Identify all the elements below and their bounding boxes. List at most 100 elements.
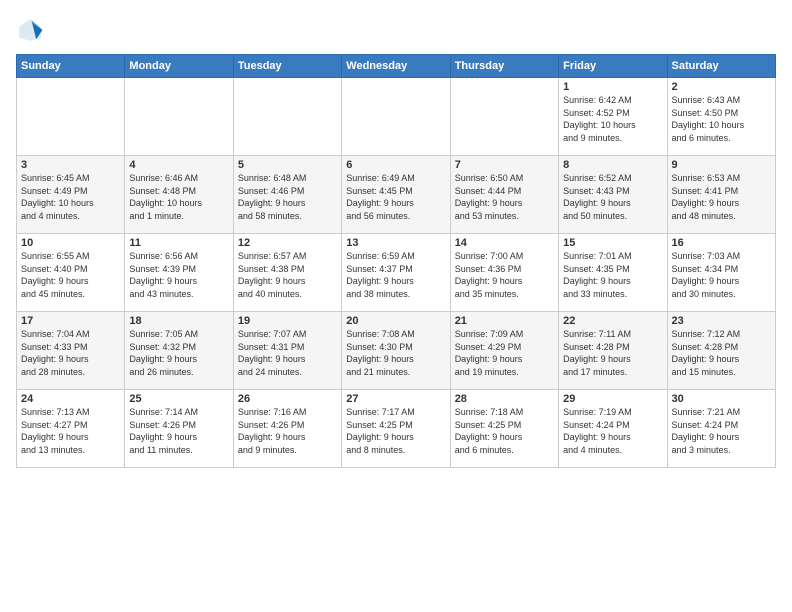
day-info: Sunrise: 7:07 AM Sunset: 4:31 PM Dayligh…: [238, 328, 337, 378]
day-info: Sunrise: 6:56 AM Sunset: 4:39 PM Dayligh…: [129, 250, 228, 300]
day-number: 5: [238, 159, 337, 171]
header-cell-tuesday: Tuesday: [233, 55, 341, 78]
day-number: 21: [455, 315, 554, 327]
day-info: Sunrise: 7:09 AM Sunset: 4:29 PM Dayligh…: [455, 328, 554, 378]
calendar-header: SundayMondayTuesdayWednesdayThursdayFrid…: [17, 55, 776, 78]
header-cell-monday: Monday: [125, 55, 233, 78]
day-cell: [233, 78, 341, 156]
day-number: 11: [129, 237, 228, 249]
day-info: Sunrise: 7:18 AM Sunset: 4:25 PM Dayligh…: [455, 406, 554, 456]
day-number: 24: [21, 393, 120, 405]
day-cell: 6Sunrise: 6:49 AM Sunset: 4:45 PM Daylig…: [342, 156, 450, 234]
week-row-0: 1Sunrise: 6:42 AM Sunset: 4:52 PM Daylig…: [17, 78, 776, 156]
day-number: 12: [238, 237, 337, 249]
day-info: Sunrise: 6:53 AM Sunset: 4:41 PM Dayligh…: [672, 172, 771, 222]
day-number: 20: [346, 315, 445, 327]
day-number: 26: [238, 393, 337, 405]
calendar-table: SundayMondayTuesdayWednesdayThursdayFrid…: [16, 54, 776, 468]
day-cell: 10Sunrise: 6:55 AM Sunset: 4:40 PM Dayli…: [17, 234, 125, 312]
day-number: 13: [346, 237, 445, 249]
header-row: SundayMondayTuesdayWednesdayThursdayFrid…: [17, 55, 776, 78]
header: [16, 16, 776, 44]
day-number: 28: [455, 393, 554, 405]
day-number: 25: [129, 393, 228, 405]
day-number: 3: [21, 159, 120, 171]
day-cell: 22Sunrise: 7:11 AM Sunset: 4:28 PM Dayli…: [559, 312, 667, 390]
day-info: Sunrise: 7:00 AM Sunset: 4:36 PM Dayligh…: [455, 250, 554, 300]
day-info: Sunrise: 6:46 AM Sunset: 4:48 PM Dayligh…: [129, 172, 228, 222]
header-cell-saturday: Saturday: [667, 55, 775, 78]
calendar-body: 1Sunrise: 6:42 AM Sunset: 4:52 PM Daylig…: [17, 78, 776, 468]
day-info: Sunrise: 6:43 AM Sunset: 4:50 PM Dayligh…: [672, 94, 771, 144]
day-cell: 24Sunrise: 7:13 AM Sunset: 4:27 PM Dayli…: [17, 390, 125, 468]
day-number: 7: [455, 159, 554, 171]
day-number: 19: [238, 315, 337, 327]
day-number: 18: [129, 315, 228, 327]
day-info: Sunrise: 6:50 AM Sunset: 4:44 PM Dayligh…: [455, 172, 554, 222]
day-cell: 15Sunrise: 7:01 AM Sunset: 4:35 PM Dayli…: [559, 234, 667, 312]
day-cell: 28Sunrise: 7:18 AM Sunset: 4:25 PM Dayli…: [450, 390, 558, 468]
day-cell: [450, 78, 558, 156]
day-info: Sunrise: 6:59 AM Sunset: 4:37 PM Dayligh…: [346, 250, 445, 300]
day-number: 17: [21, 315, 120, 327]
header-cell-sunday: Sunday: [17, 55, 125, 78]
day-cell: 9Sunrise: 6:53 AM Sunset: 4:41 PM Daylig…: [667, 156, 775, 234]
day-info: Sunrise: 7:03 AM Sunset: 4:34 PM Dayligh…: [672, 250, 771, 300]
day-number: 27: [346, 393, 445, 405]
week-row-2: 10Sunrise: 6:55 AM Sunset: 4:40 PM Dayli…: [17, 234, 776, 312]
day-cell: [17, 78, 125, 156]
day-cell: 12Sunrise: 6:57 AM Sunset: 4:38 PM Dayli…: [233, 234, 341, 312]
day-info: Sunrise: 7:16 AM Sunset: 4:26 PM Dayligh…: [238, 406, 337, 456]
day-cell: 21Sunrise: 7:09 AM Sunset: 4:29 PM Dayli…: [450, 312, 558, 390]
day-number: 14: [455, 237, 554, 249]
day-info: Sunrise: 7:08 AM Sunset: 4:30 PM Dayligh…: [346, 328, 445, 378]
day-number: 16: [672, 237, 771, 249]
page: SundayMondayTuesdayWednesdayThursdayFrid…: [0, 0, 792, 612]
day-cell: 26Sunrise: 7:16 AM Sunset: 4:26 PM Dayli…: [233, 390, 341, 468]
day-number: 6: [346, 159, 445, 171]
day-info: Sunrise: 7:12 AM Sunset: 4:28 PM Dayligh…: [672, 328, 771, 378]
day-cell: 2Sunrise: 6:43 AM Sunset: 4:50 PM Daylig…: [667, 78, 775, 156]
day-cell: 1Sunrise: 6:42 AM Sunset: 4:52 PM Daylig…: [559, 78, 667, 156]
day-info: Sunrise: 7:19 AM Sunset: 4:24 PM Dayligh…: [563, 406, 662, 456]
logo: [16, 16, 48, 44]
day-cell: 16Sunrise: 7:03 AM Sunset: 4:34 PM Dayli…: [667, 234, 775, 312]
day-info: Sunrise: 6:42 AM Sunset: 4:52 PM Dayligh…: [563, 94, 662, 144]
day-cell: 14Sunrise: 7:00 AM Sunset: 4:36 PM Dayli…: [450, 234, 558, 312]
day-number: 9: [672, 159, 771, 171]
day-info: Sunrise: 7:04 AM Sunset: 4:33 PM Dayligh…: [21, 328, 120, 378]
day-cell: 23Sunrise: 7:12 AM Sunset: 4:28 PM Dayli…: [667, 312, 775, 390]
day-info: Sunrise: 6:48 AM Sunset: 4:46 PM Dayligh…: [238, 172, 337, 222]
day-cell: 7Sunrise: 6:50 AM Sunset: 4:44 PM Daylig…: [450, 156, 558, 234]
day-cell: 29Sunrise: 7:19 AM Sunset: 4:24 PM Dayli…: [559, 390, 667, 468]
day-info: Sunrise: 7:17 AM Sunset: 4:25 PM Dayligh…: [346, 406, 445, 456]
week-row-4: 24Sunrise: 7:13 AM Sunset: 4:27 PM Dayli…: [17, 390, 776, 468]
day-number: 15: [563, 237, 662, 249]
day-number: 10: [21, 237, 120, 249]
day-cell: 27Sunrise: 7:17 AM Sunset: 4:25 PM Dayli…: [342, 390, 450, 468]
logo-icon: [16, 16, 44, 44]
day-info: Sunrise: 7:14 AM Sunset: 4:26 PM Dayligh…: [129, 406, 228, 456]
day-info: Sunrise: 6:55 AM Sunset: 4:40 PM Dayligh…: [21, 250, 120, 300]
day-info: Sunrise: 7:21 AM Sunset: 4:24 PM Dayligh…: [672, 406, 771, 456]
header-cell-thursday: Thursday: [450, 55, 558, 78]
day-number: 8: [563, 159, 662, 171]
day-number: 22: [563, 315, 662, 327]
day-info: Sunrise: 6:52 AM Sunset: 4:43 PM Dayligh…: [563, 172, 662, 222]
day-number: 30: [672, 393, 771, 405]
day-info: Sunrise: 7:11 AM Sunset: 4:28 PM Dayligh…: [563, 328, 662, 378]
day-info: Sunrise: 7:05 AM Sunset: 4:32 PM Dayligh…: [129, 328, 228, 378]
day-cell: 25Sunrise: 7:14 AM Sunset: 4:26 PM Dayli…: [125, 390, 233, 468]
week-row-3: 17Sunrise: 7:04 AM Sunset: 4:33 PM Dayli…: [17, 312, 776, 390]
day-cell: [342, 78, 450, 156]
day-info: Sunrise: 7:13 AM Sunset: 4:27 PM Dayligh…: [21, 406, 120, 456]
day-cell: 19Sunrise: 7:07 AM Sunset: 4:31 PM Dayli…: [233, 312, 341, 390]
day-cell: 11Sunrise: 6:56 AM Sunset: 4:39 PM Dayli…: [125, 234, 233, 312]
day-cell: 17Sunrise: 7:04 AM Sunset: 4:33 PM Dayli…: [17, 312, 125, 390]
day-info: Sunrise: 6:57 AM Sunset: 4:38 PM Dayligh…: [238, 250, 337, 300]
day-cell: 13Sunrise: 6:59 AM Sunset: 4:37 PM Dayli…: [342, 234, 450, 312]
header-cell-wednesday: Wednesday: [342, 55, 450, 78]
day-number: 29: [563, 393, 662, 405]
day-number: 4: [129, 159, 228, 171]
day-cell: 30Sunrise: 7:21 AM Sunset: 4:24 PM Dayli…: [667, 390, 775, 468]
